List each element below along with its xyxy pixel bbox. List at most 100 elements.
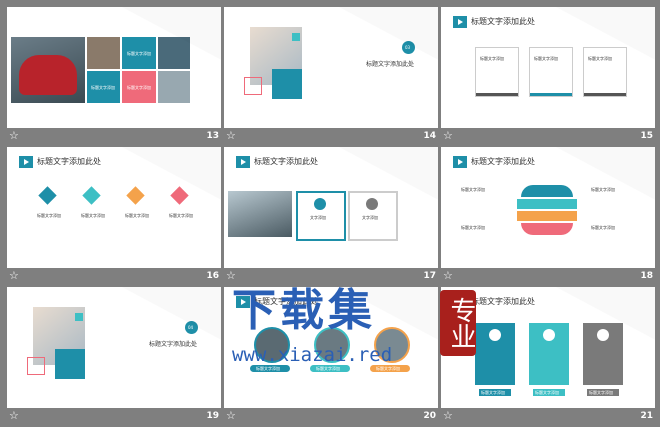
slide-canvas: 03 标题文字添加此处: [224, 7, 438, 128]
slide-thumbnail-18[interactable]: 标题文字添加此处 标题文字添加 标题文字添加 标题文字添加 标题文字添加 ☆ 18: [441, 147, 655, 287]
slide-title: 标题文字添加此处: [471, 17, 535, 26]
item-label: 标题文字添加: [81, 213, 105, 218]
section-heading: 标题文字添加此处: [366, 61, 415, 68]
pill: 标题文字添加: [250, 365, 290, 372]
pill-label: 标题文字添加: [256, 366, 280, 371]
teal-box-1: 标题文字添加: [122, 37, 156, 69]
column-card-1: [475, 323, 515, 385]
box-label: 文字添加: [310, 215, 326, 220]
watermark-url: www.xiazai.red: [232, 344, 393, 366]
slide-number: 15: [640, 131, 653, 141]
red-car-shape: [19, 55, 77, 95]
item-label: 标题文字添加: [461, 225, 485, 230]
info-box-1: 文字添加: [296, 191, 346, 241]
badge-text: 03: [405, 45, 411, 50]
slide-thumbnail-13[interactable]: 标题文字添加 标题文字添加 标题文字添加 ☆ 13: [7, 7, 221, 147]
column-card-2: [529, 323, 569, 385]
slide-number: 16: [206, 271, 219, 281]
star-icon[interactable]: ☆: [443, 410, 453, 422]
star-icon[interactable]: ☆: [443, 270, 453, 282]
slide-thumbnail-17[interactable]: 标题文字添加此处 文字添加 文字添加 ☆ 17: [224, 147, 438, 287]
star-icon[interactable]: ☆: [9, 270, 19, 282]
star-icon[interactable]: ☆: [9, 130, 19, 142]
diamond-icon: [82, 186, 101, 205]
pink-box: 标题文字添加: [122, 71, 156, 103]
slide-canvas: 04 标题文字添加此处: [7, 287, 221, 408]
star-icon[interactable]: ☆: [226, 130, 236, 142]
item-label: 标题文字添加: [591, 187, 615, 192]
badge-text: 04: [188, 325, 194, 330]
card-label: 标题文字添加: [480, 56, 504, 61]
slide-canvas: 标题文字添加此处 标题文字添加 标题文字添加 标题文字添加: [441, 7, 655, 128]
slide-thumbnail-15[interactable]: 标题文字添加此处 标题文字添加 标题文字添加 标题文字添加 ☆ 15: [441, 7, 655, 147]
slide-canvas: 标题文字添加此处 文字添加 文字添加: [224, 147, 438, 268]
star-icon[interactable]: ☆: [226, 410, 236, 422]
slide-canvas: 标题文字添加 标题文字添加 标题文字添加: [7, 7, 221, 128]
slide-thumbnail-14[interactable]: 03 标题文字添加此处 ☆ 14: [224, 7, 438, 147]
star-icon[interactable]: ☆: [443, 130, 453, 142]
slide-title: 标题文字添加此处: [37, 157, 101, 166]
item-label: 标题文字添加: [125, 213, 149, 218]
slide-number: 21: [640, 411, 653, 421]
box-label: 标题文字添加: [91, 85, 115, 90]
accent-square: [292, 33, 300, 41]
play-icon: [453, 16, 467, 28]
play-icon: [453, 156, 467, 168]
card-label: 标题文字添加: [534, 56, 558, 61]
slide-number: 20: [423, 411, 436, 421]
photo-small: [87, 37, 120, 69]
photo-car-blue: [158, 37, 190, 69]
watermark-seal: 专业: [440, 290, 476, 356]
stripe-cyan: [517, 199, 577, 209]
play-icon: [236, 156, 250, 168]
star-icon[interactable]: ☆: [9, 410, 19, 422]
slide-title: 标题文字添加此处: [254, 157, 318, 166]
pill-label: 标题文字添加: [376, 366, 400, 371]
stripe-teal: [521, 185, 573, 197]
pill: 标题文字添加: [370, 365, 410, 372]
play-icon: [19, 156, 33, 168]
slide-thumbnail-19[interactable]: 04 标题文字添加此处 ☆ 19: [7, 287, 221, 427]
slide-thumbnail-16[interactable]: 标题文字添加此处 标题文字添加 标题文字添加 标题文字添加 标题文字添加 ☆ 16: [7, 147, 221, 287]
diamond-icon: [38, 186, 57, 205]
outline-square: [244, 77, 262, 95]
card-button[interactable]: 标题文字添加: [587, 389, 619, 396]
watermark-text: 下载集: [232, 285, 376, 336]
column-card-3: [583, 323, 623, 385]
slide-number: 14: [423, 131, 436, 141]
info-box-2: 文字添加: [348, 191, 398, 241]
card-1: 标题文字添加: [475, 47, 519, 97]
button-label: 标题文字添加: [589, 390, 613, 395]
item-label: 标题文字添加: [591, 225, 615, 230]
item-label: 标题文字添加: [461, 187, 485, 192]
stripe-pink: [521, 223, 573, 235]
teal-box-2: 标题文字添加: [87, 71, 120, 103]
photo-small-2: [158, 71, 190, 103]
section-badge: 03: [402, 41, 415, 54]
box-label: 标题文字添加: [127, 51, 151, 56]
stripe-orange: [517, 211, 577, 221]
accent-square: [75, 313, 83, 321]
slide-number: 17: [423, 271, 436, 281]
outline-square: [27, 357, 45, 375]
slide-canvas: 标题文字添加此处 标题文字添加 标题文字添加 标题文字添加 标题文字添加: [441, 147, 655, 268]
slide-number: 13: [206, 131, 219, 141]
section-heading: 标题文字添加此处: [149, 341, 198, 348]
diamond-icon: [170, 186, 189, 205]
pill-label: 标题文字添加: [316, 366, 340, 371]
section-badge: 04: [185, 321, 198, 334]
button-label: 标题文字添加: [535, 390, 559, 395]
card-3: 标题文字添加: [583, 47, 627, 97]
card-button[interactable]: 标题文字添加: [533, 389, 565, 396]
diamond-icon: [126, 186, 145, 205]
car-photo: [228, 191, 292, 237]
item-label: 标题文字添加: [37, 213, 61, 218]
slide-title: 标题文字添加此处: [471, 157, 535, 166]
slide-number: 19: [206, 411, 219, 421]
box-label: 标题文字添加: [127, 85, 151, 90]
box-label: 文字添加: [362, 215, 378, 220]
card-button[interactable]: 标题文字添加: [479, 389, 511, 396]
button-label: 标题文字添加: [481, 390, 505, 395]
teal-square: [55, 349, 85, 379]
teal-square: [272, 69, 302, 99]
